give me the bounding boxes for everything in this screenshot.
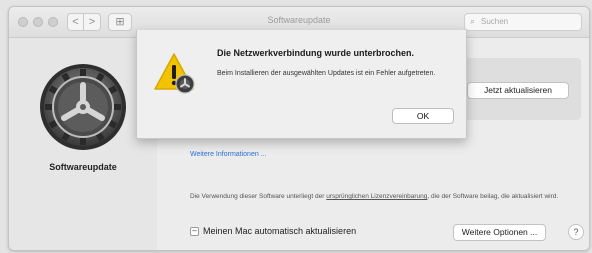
alert-title: Die Netzwerkverbindung wurde unterbroche…: [217, 48, 415, 58]
ok-button[interactable]: OK: [392, 108, 454, 124]
help-button[interactable]: ?: [568, 224, 584, 240]
license-notice: Die Verwendung dieser Software unterlieg…: [190, 192, 560, 201]
pane-name: Softwareupdate: [49, 162, 117, 172]
error-alert-sheet: Die Netzwerkverbindung wurde unterbroche…: [136, 30, 467, 139]
more-options-button[interactable]: Weitere Optionen ...: [453, 224, 546, 241]
close-window-button[interactable]: [18, 17, 28, 27]
license-text-start: Die Verwendung dieser Software unterlieg…: [190, 193, 327, 200]
alert-message: Beim Installieren der ausgewählten Updat…: [217, 70, 436, 77]
auto-update-label[interactable]: Meinen Mac automatisch aktualisieren: [203, 226, 356, 236]
caution-icon: [154, 53, 195, 94]
search-field[interactable]: ⌕ Suchen: [464, 13, 582, 31]
minimize-window-button[interactable]: [33, 17, 43, 27]
window-title: Softwareupdate: [267, 15, 331, 25]
license-text-end: , die der Software beilag, die aktualisi…: [427, 193, 559, 200]
back-button[interactable]: <: [67, 13, 84, 31]
license-agreement-link[interactable]: ursprünglichen Lizenzvereinbarung: [326, 193, 427, 200]
update-now-button[interactable]: Jetzt aktualisieren: [467, 82, 569, 99]
sidebar: Softwareupdate: [9, 38, 157, 250]
auto-update-checkbox[interactable]: –: [190, 227, 199, 236]
show-all-grid-button[interactable]: ⊞: [108, 13, 132, 31]
magnifying-glass-icon: ⌕: [470, 16, 476, 26]
zoom-window-button[interactable]: [48, 17, 58, 27]
search-placeholder: Suchen: [481, 17, 509, 26]
gear-icon: [40, 64, 126, 150]
more-info-link[interactable]: Weitere Informationen ...: [190, 151, 267, 158]
forward-button[interactable]: >: [84, 13, 101, 31]
